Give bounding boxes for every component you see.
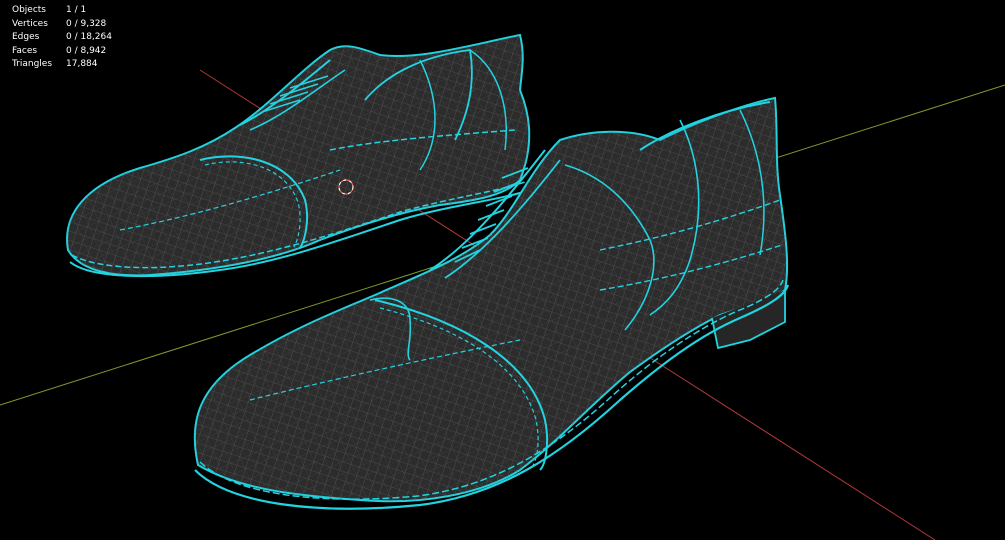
3d-viewport[interactable]: Objects 1 / 1 Vertices 0 / 9,328 Edges 0…: [0, 0, 1005, 540]
back-shoe-mesh[interactable]: [66, 33, 531, 278]
viewport-scene[interactable]: [0, 0, 1005, 540]
